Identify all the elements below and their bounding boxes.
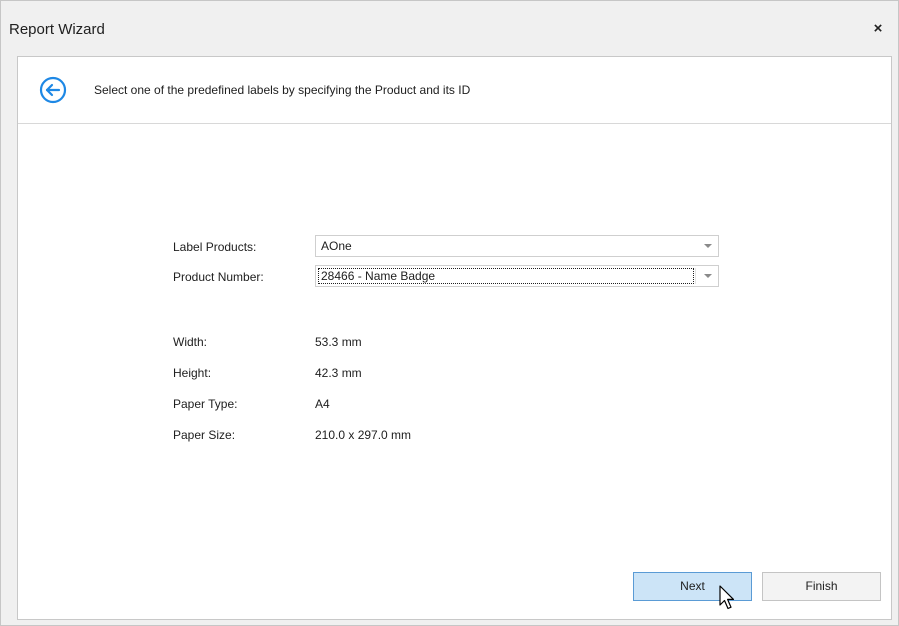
wizard-instruction: Select one of the predefined labels by s… (94, 83, 471, 97)
paper-type-label: Paper Type: (173, 397, 238, 411)
label-products-value: AOne (321, 239, 352, 253)
report-wizard-window: Report Wizard × Select one of the predef… (0, 0, 899, 626)
wizard-page: Select one of the predefined labels by s… (17, 56, 892, 620)
product-number-label: Product Number: (173, 270, 264, 284)
combo-separator (695, 268, 696, 284)
chevron-down-icon[interactable] (704, 244, 712, 248)
paper-size-value: 210.0 x 297.0 mm (315, 428, 412, 442)
product-number-value: 28466 - Name Badge (321, 269, 436, 283)
wizard-header: Select one of the predefined labels by s… (18, 57, 891, 124)
label-products-combo[interactable]: AOne (315, 235, 719, 257)
title-bar: Report Wizard × (1, 1, 898, 55)
product-number-combo[interactable]: 28466 - Name Badge (315, 265, 719, 287)
window-title: Report Wizard (9, 21, 105, 38)
height-label: Height: (173, 366, 212, 380)
next-button[interactable]: Next (633, 572, 752, 601)
finish-button[interactable]: Finish (762, 572, 881, 601)
back-arrow-icon[interactable] (39, 76, 67, 104)
paper-type-value: A4 (315, 397, 330, 411)
close-icon[interactable]: × (870, 21, 886, 37)
paper-size-label: Paper Size: (173, 428, 236, 442)
label-products-label: Label Products: (173, 240, 257, 254)
height-value: 42.3 mm (315, 366, 362, 380)
width-label: Width: (173, 335, 208, 349)
width-value: 53.3 mm (315, 335, 362, 349)
chevron-down-icon[interactable] (704, 274, 712, 278)
